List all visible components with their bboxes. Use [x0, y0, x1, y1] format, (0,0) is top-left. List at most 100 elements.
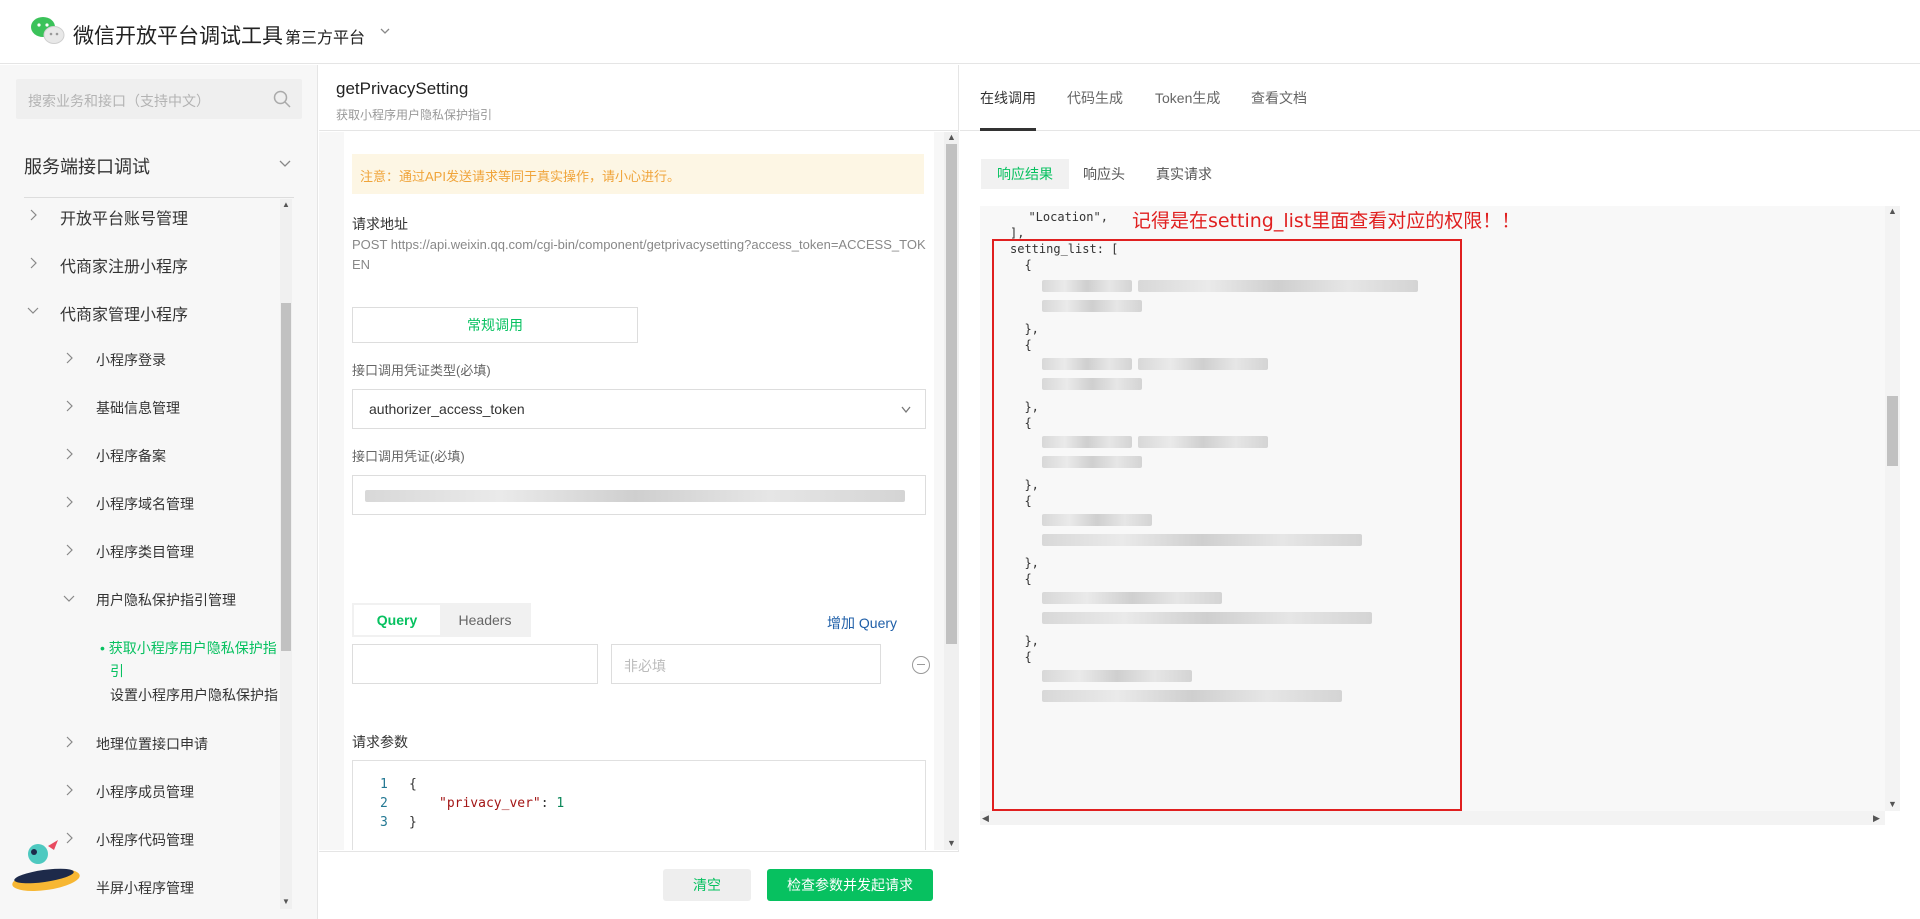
sidebar-item-manage[interactable]: 代商家管理小程序 — [60, 301, 188, 325]
blurred-token — [365, 490, 905, 502]
wechat-logo-icon — [31, 17, 65, 44]
active-tab-indicator — [980, 128, 1036, 131]
search-icon[interactable] — [272, 89, 292, 109]
chevron-down-icon[interactable] — [278, 159, 292, 169]
params-editor[interactable]: 1 { 2 "privacy_ver": 1 3 } — [352, 760, 926, 850]
request-url: POST https://api.weixin.qq.com/cgi-bin/c… — [352, 237, 926, 272]
tab-query[interactable]: Query — [354, 605, 440, 635]
sidebar-item-location[interactable]: 地理位置接口申请 — [96, 734, 208, 758]
chevron-down-icon[interactable] — [27, 306, 39, 316]
search-input[interactable]: 搜索业务和接口（支持中文） — [16, 79, 302, 119]
query-key-input[interactable] — [352, 644, 598, 684]
scroll-down-arrow-icon[interactable]: ▼ — [282, 897, 290, 906]
annotation-text: 记得是在setting_list里面查看对应的权限！！ — [1132, 210, 1521, 232]
scroll-right-arrow-icon[interactable]: ▶ — [1873, 813, 1880, 824]
sidebar-item-get-privacy-wrap[interactable]: 引 — [110, 661, 124, 685]
remove-query-icon[interactable] — [912, 656, 930, 674]
code-line: } — [409, 815, 417, 830]
tab-real-request[interactable]: 真实请求 — [1139, 159, 1229, 189]
chevron-right-icon[interactable] — [64, 352, 74, 364]
action-footer: 清空 检查参数并发起请求 — [319, 851, 959, 919]
sidebar-item-login[interactable]: 小程序登录 — [96, 350, 166, 374]
tab-response-headers[interactable]: 响应头 — [1069, 159, 1139, 189]
scroll-up-arrow-icon[interactable]: ▲ — [1888, 206, 1897, 216]
chevron-right-icon[interactable] — [64, 496, 74, 508]
chevron-right-icon[interactable] — [28, 257, 38, 269]
highlight-box — [992, 239, 1462, 811]
chevron-right-icon[interactable] — [64, 736, 74, 748]
section-title[interactable]: 服务端接口调试 — [24, 153, 150, 179]
request-form: 注意：通过API发送请求等同于真实操作，请小心进行。 请求地址 POST htt… — [319, 132, 944, 850]
sidebar-item-halfscreen[interactable]: 半屏小程序管理 — [96, 878, 194, 902]
api-name: getPrivacySetting — [336, 79, 469, 98]
scroll-down-arrow-icon[interactable]: ▼ — [1888, 799, 1897, 809]
response-viewer[interactable]: "Location", ], setting_list: [ { }, { },… — [980, 206, 1900, 811]
mascot-icon — [12, 840, 80, 891]
params-label: 请求参数 — [352, 734, 408, 750]
request-panel: getPrivacySetting 获取小程序用户隐私保护指引 注意：通过API… — [319, 65, 959, 919]
search-placeholder: 搜索业务和接口（支持中文） — [28, 93, 210, 109]
api-description: 获取小程序用户隐私保护指引 — [336, 108, 493, 122]
sidebar-item-domain[interactable]: 小程序域名管理 — [96, 494, 194, 518]
code-line: { — [409, 777, 417, 792]
tab-online-call[interactable]: 在线调用 — [980, 88, 1036, 108]
chevron-down-icon[interactable] — [901, 406, 911, 414]
tab-docs[interactable]: 查看文档 — [1251, 88, 1307, 108]
sidebar-item-account[interactable]: 开放平台账号管理 — [60, 205, 188, 229]
line-number: 1 — [380, 777, 388, 792]
api-header: getPrivacySetting 获取小程序用户隐私保护指引 — [319, 65, 959, 131]
platform-switcher[interactable]: 第三方平台 — [285, 24, 365, 48]
credential-type-select[interactable]: authorizer_access_token — [352, 389, 926, 429]
sidebar-scrollbar[interactable]: ▲ ▼ — [280, 199, 292, 909]
line-number: 3 — [380, 815, 388, 830]
scrollbar-thumb[interactable] — [946, 144, 957, 644]
response-vscrollbar[interactable]: ▲ ▼ — [1885, 206, 1900, 811]
sidebar-item-get-privacy[interactable]: • 获取小程序用户隐私保护指 — [100, 638, 277, 662]
scroll-up-arrow-icon[interactable]: ▲ — [947, 132, 956, 142]
line-number: 2 — [380, 796, 388, 811]
response-hscrollbar[interactable]: ◀ ▶ — [980, 811, 1885, 825]
query-value-input[interactable]: 非必填 — [611, 644, 881, 684]
response-line: ], — [1010, 226, 1025, 240]
sidebar-item-privacy[interactable]: 用户隐私保护指引管理 — [96, 590, 236, 614]
chevron-right-icon[interactable] — [64, 784, 74, 796]
add-query-button[interactable]: 增加 Query — [827, 613, 897, 633]
submit-request-button[interactable]: 检查参数并发起请求 — [767, 869, 933, 901]
scrollbar-thumb[interactable] — [281, 303, 291, 651]
chevron-right-icon[interactable] — [64, 448, 74, 460]
credential-type-label: 接口调用凭证类型(必填) — [352, 363, 491, 378]
sidebar-item-members[interactable]: 小程序成员管理 — [96, 782, 194, 806]
sidebar-item-set-privacy[interactable]: 设置小程序用户隐私保护指 — [110, 685, 278, 709]
chevron-right-icon[interactable] — [64, 544, 74, 556]
sidebar-item-code[interactable]: 小程序代码管理 — [96, 830, 194, 854]
scrollbar-thumb[interactable] — [1887, 396, 1898, 466]
tab-code-gen[interactable]: 代码生成 — [1067, 88, 1123, 108]
credential-input[interactable] — [352, 475, 926, 515]
credential-type-value: authorizer_access_token — [369, 401, 525, 417]
sidebar-item-category[interactable]: 小程序类目管理 — [96, 542, 194, 566]
tab-token-gen[interactable]: Token生成 — [1155, 88, 1220, 108]
regular-call-button[interactable]: 常规调用 — [352, 307, 638, 343]
right-tabs: 在线调用 代码生成 Token生成 查看文档 — [960, 65, 1920, 131]
sidebar-item-register[interactable]: 代商家注册小程序 — [60, 253, 188, 277]
form-card: 注意：通过API发送请求等同于真实操作，请小心进行。 请求地址 POST htt… — [344, 132, 934, 850]
scroll-left-arrow-icon[interactable]: ◀ — [982, 813, 989, 824]
sidebar-item-filing[interactable]: 小程序备案 — [96, 446, 166, 470]
chevron-right-icon[interactable] — [28, 209, 38, 221]
scroll-up-arrow-icon[interactable]: ▲ — [282, 200, 290, 209]
chevron-down-icon[interactable] — [380, 26, 390, 36]
tab-headers[interactable]: Headers — [442, 605, 528, 635]
form-scrollbar[interactable]: ▲ ▼ — [944, 132, 959, 850]
sidebar: 搜索业务和接口（支持中文） 服务端接口调试 开放平台账号管理 代商家注册小程序 … — [0, 65, 318, 919]
tab-response-result[interactable]: 响应结果 — [981, 159, 1069, 189]
code-line: "privacy_ver": 1 — [439, 796, 565, 811]
scroll-down-arrow-icon[interactable]: ▼ — [947, 838, 956, 848]
sidebar-item-basic-info[interactable]: 基础信息管理 — [96, 398, 180, 422]
credential-label: 接口调用凭证(必填) — [352, 449, 465, 464]
clear-button[interactable]: 清空 — [663, 869, 751, 901]
chevron-down-icon[interactable] — [63, 594, 75, 604]
app-title: 微信开放平台调试工具 · — [73, 25, 296, 48]
param-tabs: Query Headers — [352, 603, 531, 637]
chevron-right-icon[interactable] — [64, 400, 74, 412]
response-panel: 在线调用 代码生成 Token生成 查看文档 响应结果 响应头 真实请求 "Lo… — [960, 65, 1920, 919]
